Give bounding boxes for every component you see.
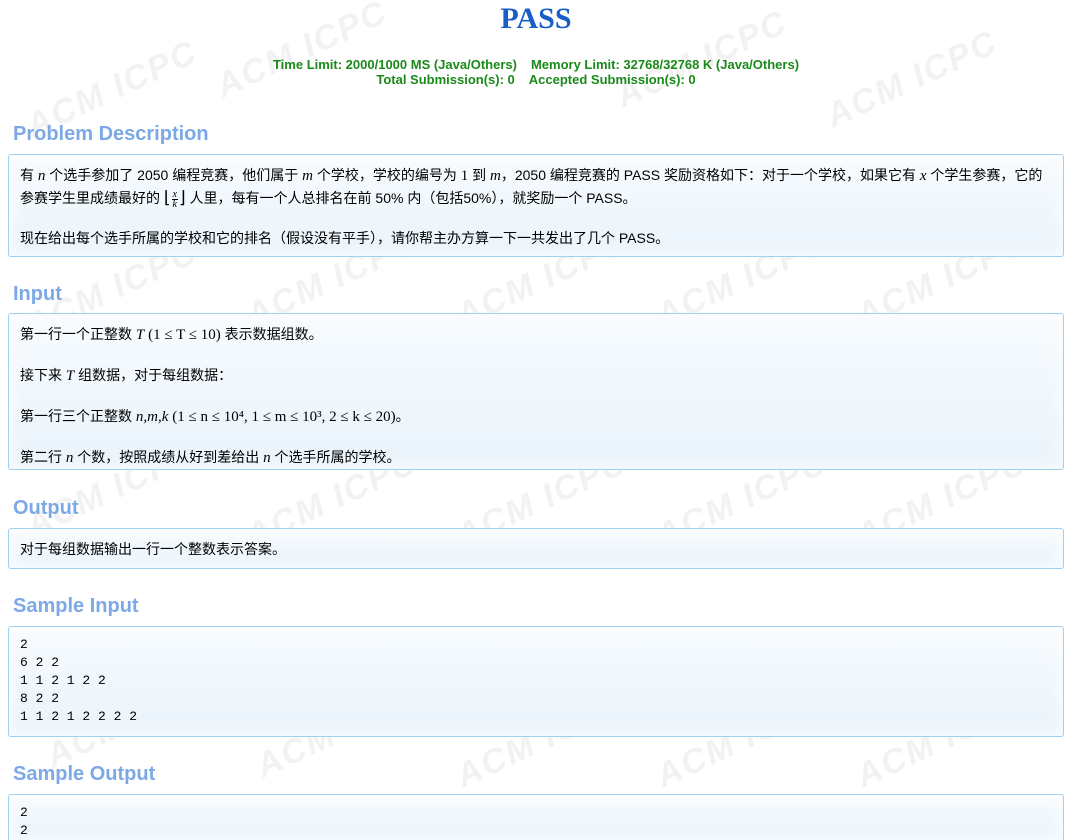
input-heading: Input (13, 283, 62, 305)
sample-input-heading: Sample Input (13, 595, 139, 617)
description-paragraph-1: 有 n 个选手参加了 2050 编程竞赛，他们属于 m 个学校，学校的编号为 1… (20, 167, 1043, 210)
time-limit: Time Limit: 2000/1000 MS (Java/Others) (272, 57, 517, 72)
output-heading: Output (13, 497, 79, 519)
fraction-x-over-k: xk (171, 188, 178, 210)
description-panel: 有 n 个选手参加了 2050 编程竞赛，他们属于 m 个学校，学校的编号为 1… (8, 154, 1064, 257)
input-paragraph-1: 第一行一个正整数 T (1 ≤ T ≤ 10) 表示数据组数。 (20, 326, 323, 343)
limits-line-1: Time Limit: 2000/1000 MS (Java/Others) Me… (0, 57, 1072, 72)
input-paragraph-4: 第二行 n 个数，按照成绩从好到差给出 n 个选手所属的学校。 (20, 449, 401, 466)
input-paragraph-3: 第一行三个正整数 n,m,k (1 ≤ n ≤ 10⁴, 1 ≤ m ≤ 10³… (20, 408, 410, 425)
output-panel: 对于每组数据输出一行一个整数表示答案。 (8, 528, 1064, 569)
problem-title: PASS (500, 2, 572, 35)
sample-input-panel: 2 6 2 2 1 1 2 1 2 2 8 2 2 1 1 2 1 2 2 2 … (8, 626, 1064, 737)
limits-line-2: Total Submission(s): 0 Accepted Submissio… (0, 72, 1072, 87)
sample-input-code: 2 6 2 2 1 1 2 1 2 2 8 2 2 1 1 2 1 2 2 2 … (20, 637, 138, 724)
input-panel: 第一行一个正整数 T (1 ≤ T ≤ 10) 表示数据组数。 接下来 T 组数… (8, 313, 1064, 470)
description-paragraph-2: 现在给出每个选手所属的学校和它的排名（假设没有平手），请你帮主办方算一下一共发出… (20, 230, 670, 246)
sample-output-code: 2 2 (20, 805, 28, 838)
accepted-submissions: Accepted Submission(s): 0 (528, 72, 696, 87)
memory-limit: Memory Limit: 32768/32768 K (Java/Others… (530, 57, 800, 72)
problem-limits: Time Limit: 2000/1000 MS (Java/Others) Me… (0, 57, 1072, 87)
sample-output-heading: Sample Output (13, 763, 156, 785)
output-text: 对于每组数据输出一行一个整数表示答案。 (20, 541, 286, 557)
description-heading: Problem Description (13, 123, 209, 145)
sample-output-panel: 2 2 (8, 794, 1064, 840)
total-submissions: Total Submission(s): 0 (376, 72, 515, 87)
input-paragraph-2: 接下来 T 组数据，对于每组数据： (20, 367, 233, 384)
